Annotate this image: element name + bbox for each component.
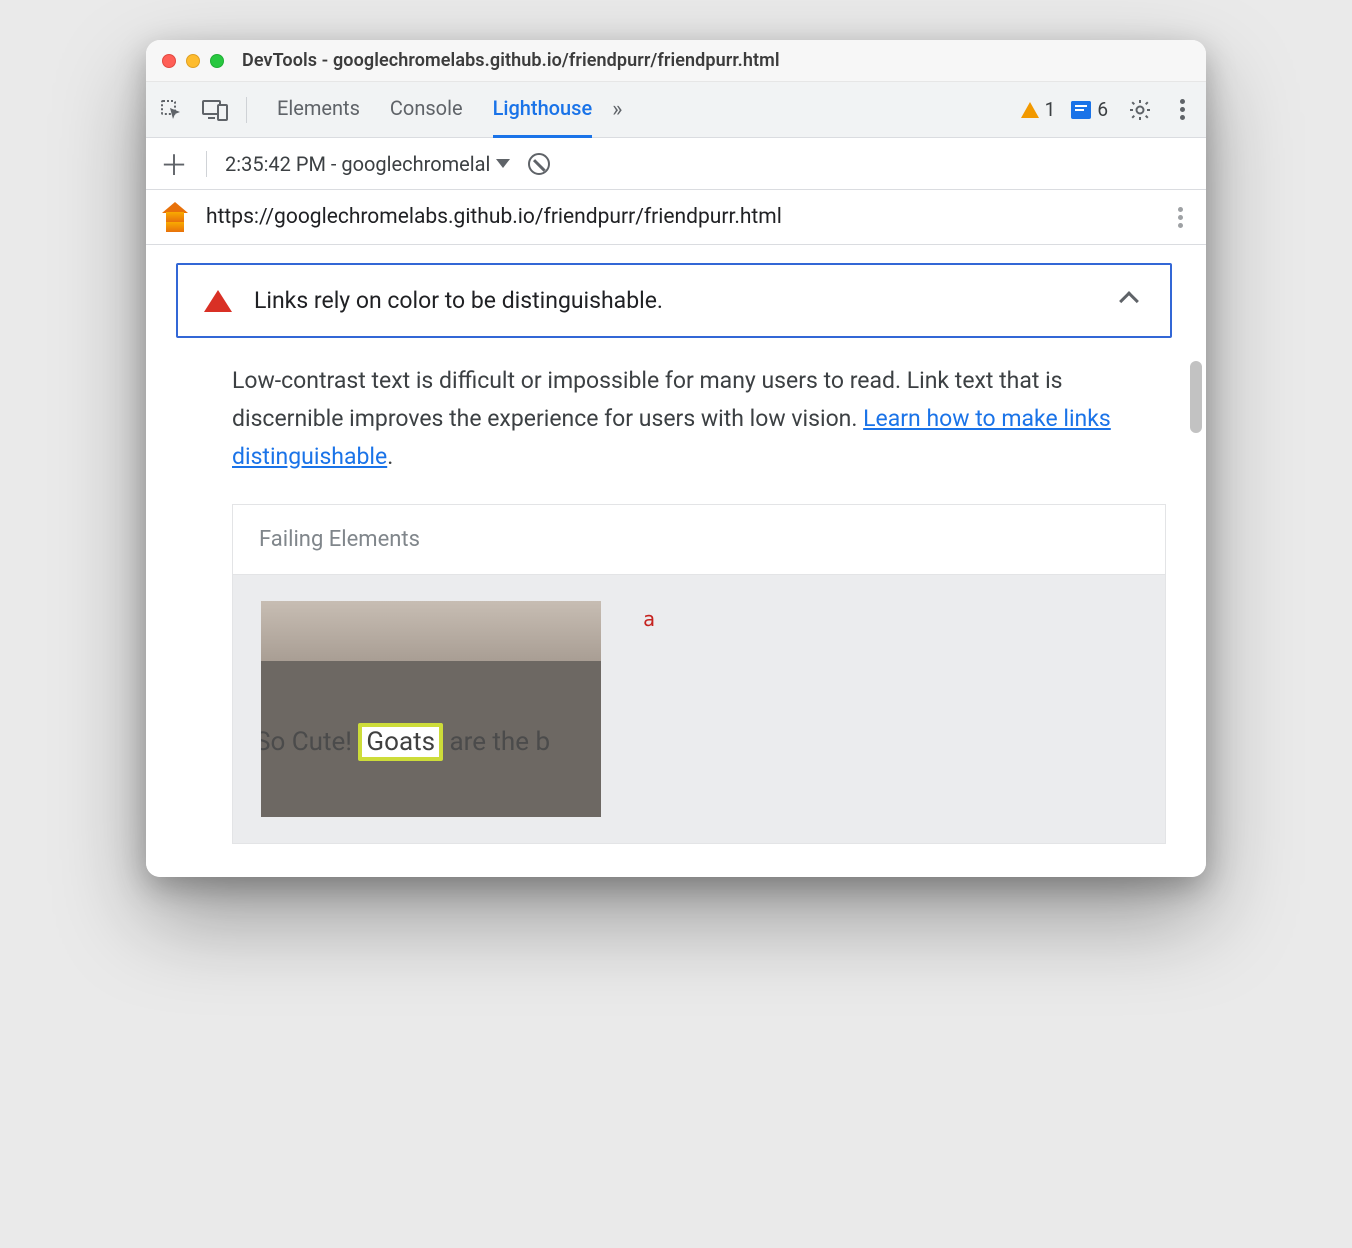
element-screenshot[interactable]: So Cute! Goats are the b	[261, 601, 601, 817]
more-icon[interactable]	[1172, 99, 1192, 121]
report-content: Links rely on color to be distinguishabl…	[146, 245, 1206, 877]
chevron-down-icon	[496, 159, 510, 168]
fail-icon	[204, 290, 232, 312]
report-dropdown[interactable]: 2:35:42 PM - googlechromelal	[225, 152, 510, 176]
failing-elements-section: Failing Elements So Cute! Goats are the …	[232, 504, 1166, 844]
messages-count: 6	[1097, 98, 1108, 121]
separator	[206, 151, 207, 177]
inspect-element-icon[interactable]	[160, 98, 184, 122]
zoom-window-icon[interactable]	[210, 54, 224, 68]
lighthouse-url-bar: https://googlechromelabs.github.io/frien…	[146, 190, 1206, 245]
lighthouse-subbar: ＋ 2:35:42 PM - googlechromelal	[146, 138, 1206, 190]
traffic-lights	[162, 54, 224, 68]
audit-header[interactable]: Links rely on color to be distinguishabl…	[176, 263, 1172, 338]
report-timestamp: 2:35:42 PM - googlechromelal	[225, 152, 490, 176]
close-window-icon[interactable]	[162, 54, 176, 68]
messages-badge[interactable]: 6	[1071, 98, 1108, 121]
panel-tabs: Elements Console Lighthouse	[267, 82, 592, 138]
titlebar: DevTools - googlechromelabs.github.io/fr…	[146, 40, 1206, 82]
devtools-toolbar: Elements Console Lighthouse » 1 6	[146, 82, 1206, 138]
element-tag[interactable]: a	[643, 607, 655, 631]
warnings-count: 1	[1045, 98, 1056, 121]
report-menu-button[interactable]	[1170, 206, 1190, 228]
message-icon	[1071, 101, 1091, 119]
audit-desc-post: .	[387, 443, 393, 470]
tab-elements[interactable]: Elements	[277, 82, 360, 138]
tabs-overflow-button[interactable]: »	[612, 97, 622, 122]
warnings-badge[interactable]: 1	[1021, 98, 1056, 121]
audit-description: Low-contrast text is difficult or imposs…	[176, 362, 1172, 504]
window-title: DevTools - googlechromelabs.github.io/fr…	[242, 50, 780, 71]
device-toolbar-icon[interactable]	[202, 99, 228, 121]
screenshot-caption: So Cute! Goats are the b	[261, 723, 550, 761]
failing-heading: Failing Elements	[233, 505, 1165, 575]
lighthouse-icon	[162, 202, 188, 232]
tab-lighthouse[interactable]: Lighthouse	[493, 82, 593, 138]
separator	[246, 97, 247, 123]
report-url: https://googlechromelabs.github.io/frien…	[206, 205, 782, 229]
highlighted-link: Goats	[358, 723, 443, 761]
chevron-up-icon	[1119, 291, 1139, 311]
clear-icon	[528, 153, 550, 175]
scrollbar-thumb[interactable]	[1190, 361, 1202, 433]
devtools-window: DevTools - googlechromelabs.github.io/fr…	[146, 40, 1206, 877]
clear-reports-button[interactable]	[528, 153, 550, 175]
settings-icon[interactable]	[1128, 98, 1152, 122]
new-report-button[interactable]: ＋	[160, 144, 188, 184]
minimize-window-icon[interactable]	[186, 54, 200, 68]
warning-icon	[1021, 102, 1039, 118]
tab-console[interactable]: Console	[390, 82, 463, 138]
audit-title: Links rely on color to be distinguishabl…	[254, 287, 1100, 314]
